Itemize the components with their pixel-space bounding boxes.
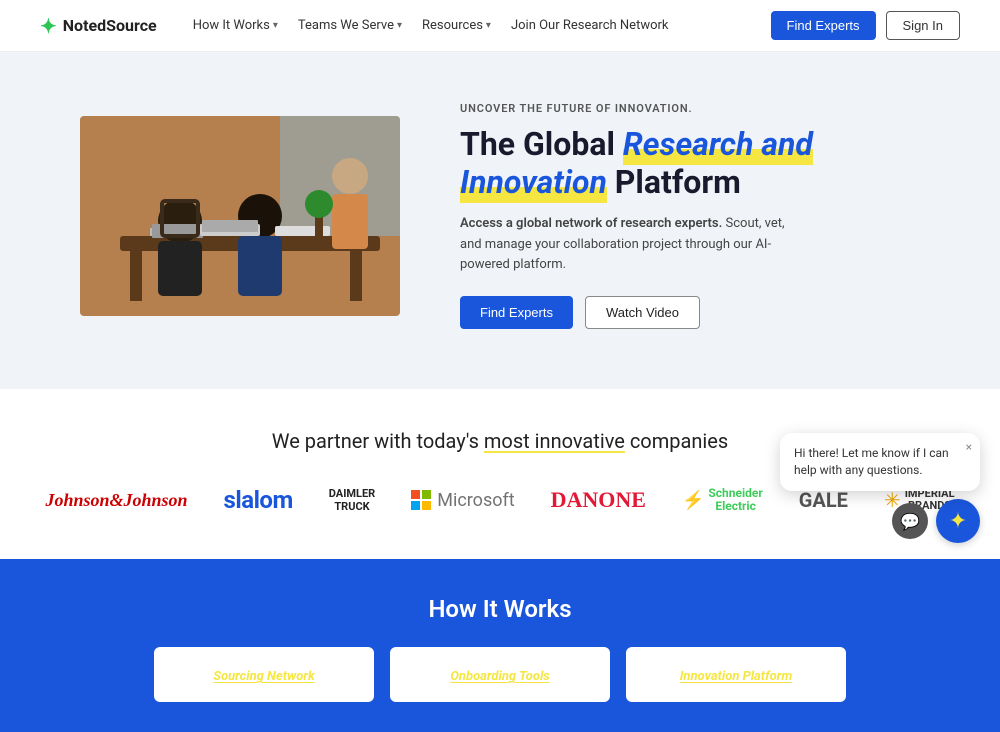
find-experts-nav-button[interactable]: Find Experts	[771, 11, 876, 40]
logo-jj: Johnson&Johnson	[45, 481, 187, 519]
watch-video-button[interactable]: Watch Video	[585, 296, 700, 329]
chevron-down-icon: ▾	[486, 20, 491, 31]
chat-bubble: × Hi there! Let me know if I can help wi…	[780, 433, 980, 491]
how-card-innovation-label: Innovation Platform	[680, 669, 793, 684]
nav-right: Find Experts Sign In	[771, 11, 960, 40]
hero-eyebrow: UNCOVER THE FUTURE OF INNOVATION.	[460, 102, 920, 115]
how-it-works-cards: Sourcing Network Onboarding Tools Innova…	[30, 647, 970, 702]
nav-links: How It Works ▾ Teams We Serve ▾ Resource…	[185, 14, 677, 37]
logo-schneider: ⚡ SchneiderElectric	[682, 481, 763, 519]
logo-text: NotedSource	[63, 16, 157, 35]
close-icon[interactable]: ×	[966, 439, 972, 456]
chat-widget: × Hi there! Let me know if I can help wi…	[780, 433, 980, 543]
how-card-innovation[interactable]: Innovation Platform	[626, 647, 846, 702]
logo[interactable]: ✦ NotedSource	[40, 14, 157, 38]
logo-microsoft: Microsoft	[411, 481, 514, 519]
how-it-works-title: How It Works	[30, 595, 970, 623]
hero-image	[80, 116, 400, 316]
nav-resources[interactable]: Resources ▾	[414, 14, 499, 37]
chat-message: Hi there! Let me know if I can help with…	[794, 446, 949, 477]
schneider-icon: ⚡	[682, 490, 704, 511]
how-card-sourcing[interactable]: Sourcing Network	[154, 647, 374, 702]
logo-slalom: slalom	[224, 481, 293, 519]
chat-message-icon[interactable]: 💬	[892, 503, 928, 539]
how-card-sourcing-label: Sourcing Network	[213, 669, 315, 684]
partners-highlight: most innovative	[484, 429, 625, 453]
how-card-onboarding-label: Onboarding Tools	[450, 669, 550, 684]
chevron-down-icon: ▾	[397, 20, 402, 31]
nav-join-research[interactable]: Join Our Research Network	[503, 14, 677, 37]
hero-text-block: UNCOVER THE FUTURE OF INNOVATION. The Gl…	[460, 102, 920, 329]
logo-star-icon: ✦	[40, 14, 57, 38]
chat-icon-row: 💬 ✦	[780, 499, 980, 543]
nav-teams-we-serve[interactable]: Teams We Serve ▾	[290, 14, 410, 37]
logo-daimler: DAIMLERTRUCK	[329, 481, 375, 519]
hero-section: UNCOVER THE FUTURE OF INNOVATION. The Gl…	[0, 52, 1000, 389]
hero-buttons: Find Experts Watch Video	[460, 296, 920, 329]
chevron-down-icon: ▾	[273, 20, 278, 31]
navbar: ✦ NotedSource How It Works ▾ Teams We Se…	[0, 0, 1000, 52]
sign-in-button[interactable]: Sign In	[886, 11, 960, 40]
how-it-works-section: How It Works Sourcing Network Onboarding…	[0, 559, 1000, 732]
nav-how-it-works[interactable]: How It Works ▾	[185, 14, 286, 37]
hero-title: The Global Research and Innovation Platf…	[460, 125, 920, 202]
how-card-onboarding[interactable]: Onboarding Tools	[390, 647, 610, 702]
hero-subtitle: Access a global network of research expe…	[460, 214, 800, 276]
nav-left: ✦ NotedSource How It Works ▾ Teams We Se…	[40, 14, 677, 38]
find-experts-hero-button[interactable]: Find Experts	[460, 296, 573, 329]
chat-avatar[interactable]: ✦	[936, 499, 980, 543]
logo-danone: DANONE	[551, 481, 646, 519]
